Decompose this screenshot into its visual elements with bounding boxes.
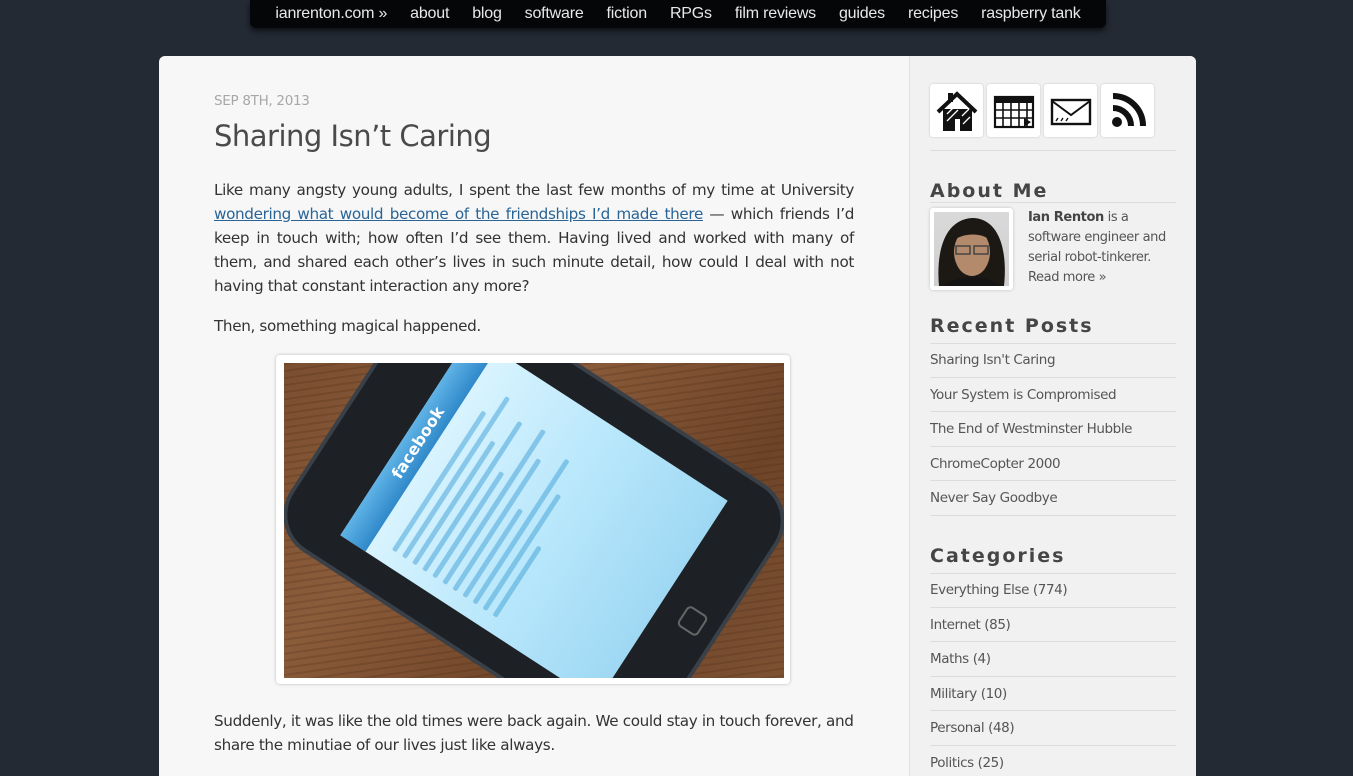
screen-text-lines	[365, 363, 636, 643]
category-link[interactable]: Military (10)	[930, 686, 1007, 702]
home-link[interactable]	[930, 84, 983, 137]
read-more-link[interactable]: Read more »	[1028, 270, 1106, 285]
post-paragraph-3: Suddenly, it was like the old times were…	[214, 709, 854, 757]
category-link[interactable]: Everything Else (774)	[930, 582, 1067, 598]
list-item: Sharing Isn't Caring	[930, 343, 1176, 378]
archive-link[interactable]	[987, 84, 1040, 137]
top-navigation: ianrenton.com » about blog software fict…	[250, 0, 1106, 28]
category-link[interactable]: Personal (48)	[930, 720, 1014, 736]
recent-post-link[interactable]: Your System is Compromised	[930, 387, 1116, 403]
contact-link[interactable]	[1044, 84, 1097, 137]
nav-blog[interactable]: blog	[461, 0, 513, 28]
device-screen: facebook	[340, 363, 727, 678]
mail-icon	[1048, 88, 1094, 134]
list-item: Personal (48)	[930, 711, 1176, 746]
category-link[interactable]: Internet (85)	[930, 617, 1010, 633]
nav-film-reviews[interactable]: film reviews	[723, 0, 827, 28]
about-me-text: Ian Renton is a software engineer and se…	[1028, 208, 1183, 288]
list-item: Military (10)	[930, 677, 1176, 712]
list-item: Never Say Goodbye	[930, 481, 1176, 516]
author-name: Ian Renton	[1028, 210, 1104, 225]
category-link[interactable]: Politics (25)	[930, 755, 1004, 771]
nav-about[interactable]: about	[399, 0, 461, 28]
list-item: Your System is Compromised	[930, 378, 1176, 413]
sidebar-icon-links	[930, 84, 1154, 137]
calendar-icon	[991, 88, 1037, 134]
list-item: Internet (85)	[930, 608, 1176, 643]
post-date: SEP 8TH, 2013	[214, 93, 310, 109]
recent-post-link[interactable]: The End of Westminster Hubble	[930, 421, 1132, 437]
recent-post-link[interactable]: Never Say Goodbye	[930, 490, 1057, 506]
list-item: Everything Else (774)	[930, 573, 1176, 608]
author-photo-icon	[934, 212, 1009, 286]
recent-posts-list: Sharing Isn't Caring Your System is Comp…	[930, 343, 1176, 516]
divider	[930, 150, 1176, 151]
list-item: Maths (4)	[930, 642, 1176, 677]
paragraph-text: Like many angsty young adults, I spent t…	[214, 181, 854, 199]
friendships-link[interactable]: wondering what would become of the frien…	[214, 205, 703, 223]
nav-fiction[interactable]: fiction	[595, 0, 658, 28]
avatar-frame	[930, 208, 1013, 290]
nav-rpgs[interactable]: RPGs	[658, 0, 723, 28]
home-button-icon	[676, 604, 709, 637]
ipod-device-illustration: facebook	[284, 363, 784, 678]
about-me-heading: About Me	[930, 180, 1048, 202]
nav-software[interactable]: software	[513, 0, 595, 28]
home-icon	[934, 88, 980, 134]
recent-post-link[interactable]: ChromeCopter 2000	[930, 456, 1060, 472]
avatar[interactable]	[934, 212, 1009, 286]
post-image[interactable]: facebook	[284, 363, 784, 678]
post-paragraph-1: Like many angsty young adults, I spent t…	[214, 178, 854, 298]
categories-heading: Categories	[930, 545, 1065, 567]
list-item: ChromeCopter 2000	[930, 447, 1176, 482]
recent-post-link[interactable]: Sharing Isn't Caring	[930, 352, 1055, 368]
nav-ianrenton-com[interactable]: ianrenton.com »	[264, 0, 399, 28]
page-container: SEP 8TH, 2013 Sharing Isn’t Caring Like …	[159, 56, 1196, 776]
post-paragraph-2: Then, something magical happened.	[214, 314, 854, 338]
rss-icon	[1105, 88, 1151, 134]
list-item: The End of Westminster Hubble	[930, 412, 1176, 447]
list-item: Politics (25)	[930, 746, 1176, 776]
nav-recipes[interactable]: recipes	[896, 0, 969, 28]
categories-list: Everything Else (774) Internet (85) Math…	[930, 573, 1176, 776]
category-link[interactable]: Maths (4)	[930, 651, 991, 667]
recent-posts-heading: Recent Posts	[930, 315, 1094, 337]
sidebar: About Me Ian Renton is a software engine…	[909, 56, 1196, 776]
nav-raspberry-tank[interactable]: raspberry tank	[970, 0, 1092, 28]
post-title[interactable]: Sharing Isn’t Caring	[214, 119, 491, 153]
post-image-frame: facebook	[276, 355, 790, 684]
divider	[930, 202, 1176, 203]
rss-link[interactable]	[1101, 84, 1154, 137]
nav-guides[interactable]: guides	[827, 0, 896, 28]
